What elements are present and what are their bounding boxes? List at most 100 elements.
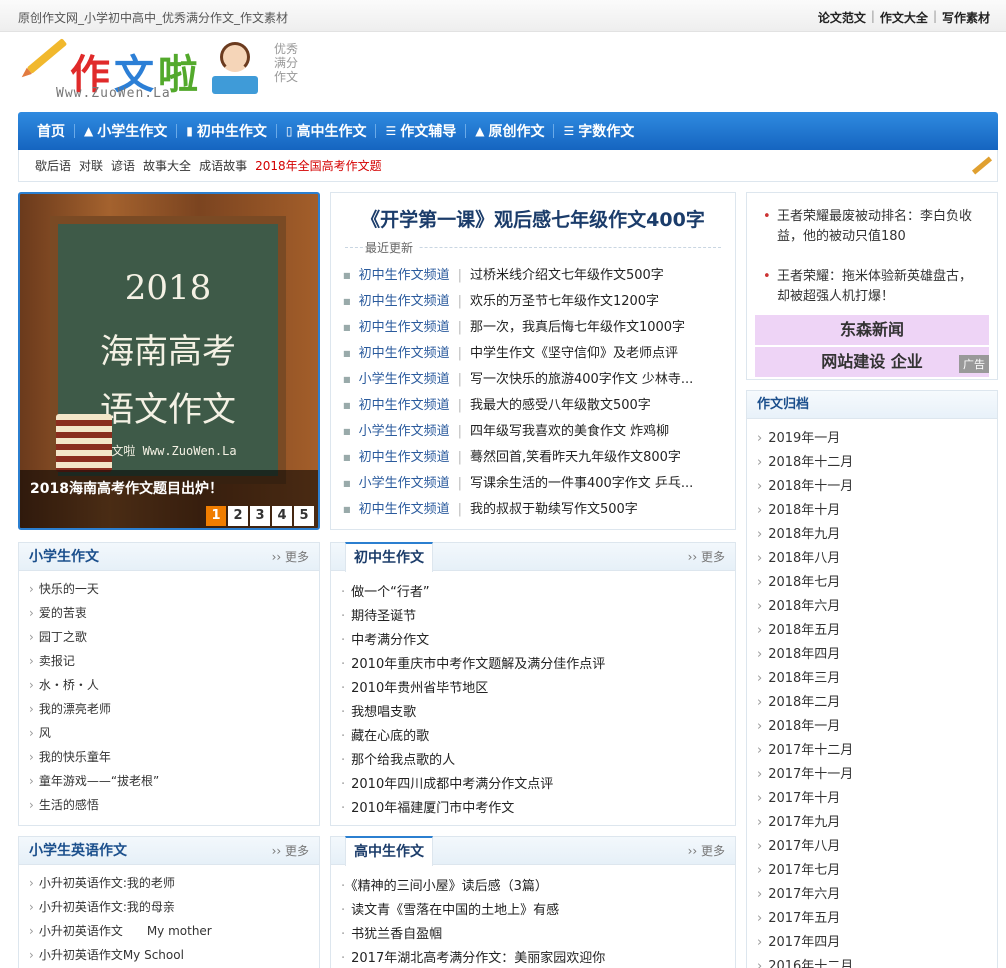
article-link[interactable]: 写课余生活的一件事400字作文 乒乓... [470,471,693,497]
essay-link[interactable]: 书犹兰香自盈帼 [331,923,735,947]
article-link[interactable]: 我最大的感受八年级散文500字 [470,393,651,419]
subnav-item[interactable]: 成语故事 [199,157,247,174]
archive-month-link[interactable]: 2018年九月 [757,523,997,547]
archive-month-link[interactable]: 2017年十一月 [757,763,997,787]
essay-link[interactable]: 藏在心底的歌 [331,725,735,749]
nav-item-primary[interactable]: ▲ 小学生作文 [75,121,176,141]
article-link[interactable]: 欢乐的万圣节七年级作文1200字 [470,289,659,315]
archive-month-link[interactable]: 2017年五月 [757,907,997,931]
essay-link[interactable]: 2017年湖北高考满分作文：美丽家园欢迎你 [331,947,735,968]
archive-month-link[interactable]: 2018年一月 [757,715,997,739]
archive-month-link[interactable]: 2017年七月 [757,859,997,883]
featured-slideshow[interactable]: 2018 海南高考 语文作文 作文啦 Www.ZuoWen.La 2018海南高… [18,192,320,530]
article-link[interactable]: 写一次快乐的旅游400字作文 少林寺... [470,367,693,393]
essay-link[interactable]: 小升初英语作文My School [19,943,319,967]
nav-item-home[interactable]: 首页 [28,121,74,141]
essay-link[interactable]: 卖报记 [19,649,319,673]
news-link[interactable]: • 王者荣耀最废被动排名：李白负收益，他的被动只值180 [763,207,983,247]
news-link[interactable]: • 王者荣耀：拖米体验新英雄盘古，却被超强人机打爆！ [763,267,983,307]
more-link[interactable]: ›› 更多 [688,543,725,571]
archive-month-link[interactable]: 2018年七月 [757,571,997,595]
essay-link[interactable]: 风 [19,721,319,745]
channel-link[interactable]: 初中生作文频道 [359,263,450,289]
essay-link[interactable]: 2010年福建厦门市中考作文 [331,797,735,821]
essay-link[interactable]: 期待圣诞节 [331,605,735,629]
slide-page-button[interactable]: 5 [294,506,314,526]
top-link-materials[interactable]: 写作素材 [942,9,990,26]
slide-page-button[interactable]: 4 [272,506,292,526]
more-link[interactable]: ›› 更多 [272,543,309,571]
essay-link[interactable]: 《精神的三间小屋》读后感（3篇） [331,875,735,899]
subnav-hot-link[interactable]: 2018年全国高考作文题 [255,157,382,174]
archive-month-link[interactable]: 2018年三月 [757,667,997,691]
channel-link[interactable]: 初中生作文频道 [359,289,450,315]
essay-link[interactable]: 爱的苦衷 [19,601,319,625]
essay-link[interactable]: 中考满分作文 [331,629,735,653]
headline-item[interactable]: ■ 初中生作文频道 | 过桥米线介绍文七年级作文500字 [343,263,693,289]
article-link[interactable]: 中学生作文《坚守信仰》及老师点评 [470,341,678,367]
nav-item-junior[interactable]: ▮ 初中生作文 [177,121,276,141]
subnav-item[interactable]: 对联 [79,157,103,174]
channel-link[interactable]: 小学生作文频道 [359,367,450,393]
essay-link[interactable]: 小升初英语作文 My mother [19,919,319,943]
essay-link[interactable]: 快乐的一天 [19,577,319,601]
subnav-item[interactable]: 谚语 [111,157,135,174]
more-link[interactable]: ›› 更多 [272,837,309,865]
channel-link[interactable]: 小学生作文频道 [359,471,450,497]
article-link[interactable]: 过桥米线介绍文七年级作文500字 [470,263,664,289]
channel-link[interactable]: 初中生作文频道 [359,497,450,523]
headline-item[interactable]: ■ 小学生作文频道 | 写一次快乐的旅游400字作文 少林寺... [343,367,693,393]
archive-month-link[interactable]: 2017年十二月 [757,739,997,763]
slide-page-button[interactable]: 3 [250,506,270,526]
headline-item[interactable]: ■ 初中生作文频道 | 我的叔叔于勒续写作文500字 [343,497,693,523]
ad-banner[interactable]: 网站建设 企业 [755,347,989,377]
article-link[interactable]: 那一次，我真后悔七年级作文1000字 [470,315,685,341]
headline-item[interactable]: ■ 初中生作文频道 | 那一次，我真后悔七年级作文1000字 [343,315,693,341]
channel-link[interactable]: 小学生作文频道 [359,419,450,445]
more-link[interactable]: ›› 更多 [688,837,725,865]
essay-link[interactable]: 做一个“行者” [331,581,735,605]
essay-link[interactable]: 我的漂亮老师 [19,697,319,721]
article-link[interactable]: 蓦然回首,笑看昨天九年级作文800字 [470,445,681,471]
essay-link[interactable]: 园丁之歌 [19,625,319,649]
essay-link[interactable]: 2010年四川成都中考满分作文点评 [331,773,735,797]
archive-month-link[interactable]: 2016年十二月 [757,955,997,968]
channel-link[interactable]: 初中生作文频道 [359,315,450,341]
archive-month-link[interactable]: 2017年四月 [757,931,997,955]
headline-item[interactable]: ■ 初中生作文频道 | 中学生作文《坚守信仰》及老师点评 [343,341,693,367]
headline-item[interactable]: ■ 初中生作文频道 | 欢乐的万圣节七年级作文1200字 [343,289,693,315]
slide-page-button[interactable]: 2 [228,506,248,526]
essay-link[interactable]: 2010年贵州省毕节地区 [331,677,735,701]
archive-month-link[interactable]: 2018年四月 [757,643,997,667]
headline-item[interactable]: ■ 初中生作文频道 | 蓦然回首,笑看昨天九年级作文800字 [343,445,693,471]
nav-item-wordcount[interactable]: ☰ 字数作文 [554,121,643,141]
slide-caption[interactable]: 2018海南高考作文题目出炉！ [30,478,223,498]
subnav-item[interactable]: 歇后语 [35,157,71,174]
archive-month-link[interactable]: 2018年六月 [757,595,997,619]
subnav-item[interactable]: 故事大全 [143,157,191,174]
channel-link[interactable]: 初中生作文频道 [359,341,450,367]
channel-link[interactable]: 初中生作文频道 [359,445,450,471]
essay-link[interactable]: 小升初英语作文:我的母亲 [19,895,319,919]
ad-banner[interactable]: 东森新闻 [755,315,989,345]
slide-page-button[interactable]: 1 [206,506,226,526]
essay-link[interactable]: 2010年重庆市中考作文题解及满分佳作点评 [331,653,735,677]
nav-item-senior[interactable]: ▯ 高中生作文 [277,121,376,141]
headline-item[interactable]: ■ 初中生作文频道 | 我最大的感受八年级散文500字 [343,393,693,419]
headline-title[interactable]: 《开学第一课》观后感七年级作文400字 [331,205,735,232]
channel-link[interactable]: 初中生作文频道 [359,393,450,419]
headline-item[interactable]: ■ 小学生作文频道 | 四年级写我喜欢的美食作文 炸鸡柳 [343,419,693,445]
archive-month-link[interactable]: 2018年八月 [757,547,997,571]
site-logo[interactable]: 作 文 啦 Www.ZuoWen.La 优秀 满分 作文 [22,38,312,104]
essay-link[interactable]: 水・桥・人 [19,673,319,697]
article-link[interactable]: 我的叔叔于勒续写作文500字 [470,497,638,523]
archive-month-link[interactable]: 2018年五月 [757,619,997,643]
top-link-essays[interactable]: 作文大全 [880,9,928,26]
archive-month-link[interactable]: 2017年十月 [757,787,997,811]
essay-link[interactable]: 童年游戏——“拔老根” [19,769,319,793]
essay-link[interactable]: 生活的感悟 [19,793,319,817]
archive-month-link[interactable]: 2018年十二月 [757,451,997,475]
archive-month-link[interactable]: 2019年一月 [757,427,997,451]
archive-month-link[interactable]: 2018年二月 [757,691,997,715]
archive-month-link[interactable]: 2018年十月 [757,499,997,523]
